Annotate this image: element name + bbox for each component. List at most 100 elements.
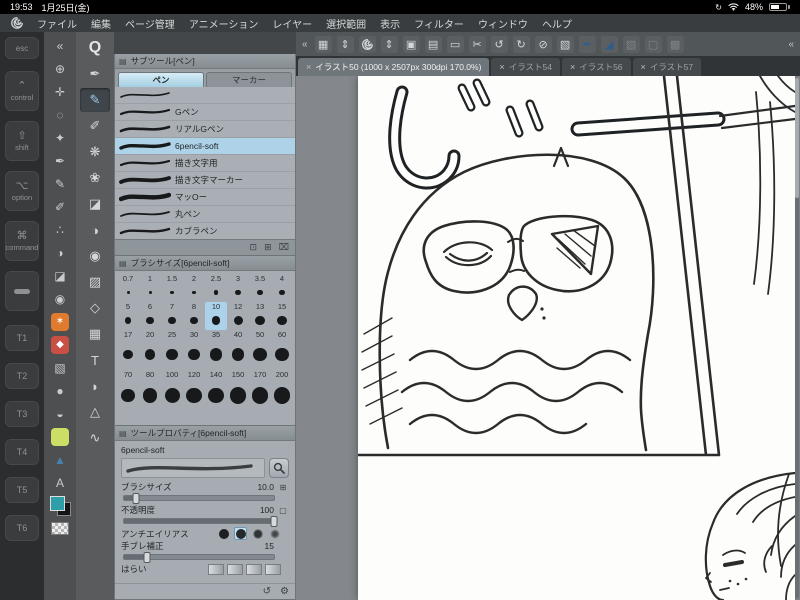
aa-option-2[interactable] [251, 527, 264, 540]
delete-subtool-icon[interactable]: ⌧ [279, 242, 289, 253]
perspective-icon[interactable]: ◢ [600, 35, 618, 53]
grid-off-icon[interactable]: ▨ [622, 35, 640, 53]
brush-size-0-7[interactable]: 0.7 [117, 274, 139, 302]
triangle-icon[interactable]: ▲ [48, 448, 72, 471]
menu-item-8[interactable]: ウィンドウ [471, 16, 535, 31]
dock-icon[interactable]: ▦ [314, 35, 332, 53]
brush-size-50[interactable]: 50 [249, 330, 271, 370]
ruler-group-icon[interactable]: △ [80, 400, 110, 424]
key-t4[interactable]: T4 [5, 439, 39, 465]
brush-size-30[interactable]: 30 [183, 330, 205, 370]
clip-studio-spiral-icon[interactable] [358, 35, 376, 53]
menu-item-3[interactable]: アニメーション [182, 16, 266, 31]
key-t3[interactable]: T3 [5, 401, 39, 427]
canvas-size-icon[interactable]: ▭ [446, 35, 464, 53]
key-t5[interactable]: T5 [5, 477, 39, 503]
prop-unit-icon[interactable]: ▢ [277, 506, 289, 515]
app-red-icon[interactable]: ◆ [48, 333, 72, 356]
sphere-icon[interactable]: ● [48, 379, 72, 402]
airbrush-tool[interactable]: ∴ [48, 218, 72, 241]
selection-launcher-icon[interactable]: ▧ [556, 35, 574, 53]
canvas-page[interactable] [356, 76, 797, 600]
cut-icon[interactable]: ✂ [468, 35, 486, 53]
clear-icon[interactable]: ⊘ [534, 35, 552, 53]
harai-option-2[interactable] [246, 563, 262, 575]
prop-slider-1[interactable] [123, 516, 278, 527]
clip-studio-logo-icon[interactable] [10, 16, 24, 30]
collapse-right-icon[interactable]: « [786, 39, 796, 50]
brush-group-icon[interactable]: ✐ [80, 114, 110, 138]
brush-size-150[interactable]: 150 [227, 370, 249, 412]
reset-all-icon[interactable]: ↺ [263, 586, 271, 597]
correction-group-icon[interactable]: ∿ [80, 426, 110, 450]
prop-slider-0[interactable] [123, 493, 275, 504]
brush-size-12[interactable]: 12 [227, 302, 249, 330]
undo-icon[interactable]: ↺ [490, 35, 508, 53]
text-group-icon[interactable]: T [80, 348, 110, 372]
key-shift[interactable]: ⇧ shift [5, 121, 39, 161]
brush-size-8[interactable]: 8 [183, 302, 205, 330]
brush-size-2[interactable]: 2 [183, 274, 205, 302]
brush-size-15[interactable]: 15 [271, 302, 293, 330]
prop-unit-icon[interactable]: ⊞ [277, 483, 289, 492]
sub-color-swatch[interactable] [48, 425, 72, 448]
harai-option-3[interactable] [265, 563, 281, 575]
add-subtool-icon[interactable]: ⊞ [264, 242, 272, 253]
brush-size-4[interactable]: 4 [271, 274, 293, 302]
brush-size-60[interactable]: 60 [271, 330, 293, 370]
menu-item-4[interactable]: レイヤー [265, 16, 319, 31]
lock-icon[interactable]: ⊡ [250, 242, 258, 253]
prop-slider-3[interactable] [123, 552, 275, 563]
eraser-group-icon[interactable]: ◪ [80, 192, 110, 216]
brush-size-2-5[interactable]: 2.5 [205, 274, 227, 302]
pencil-group-icon[interactable]: ✎ [80, 88, 110, 112]
brush-size-3-5[interactable]: 3.5 [249, 274, 271, 302]
page-manager-icon[interactable]: ▤ [424, 35, 442, 53]
brush-size-3[interactable]: 3 [227, 274, 249, 302]
brush-size-170[interactable]: 170 [249, 370, 271, 412]
detail-settings-icon[interactable]: ⚙ [280, 586, 289, 597]
subtool-item-2[interactable]: リアルGペン [115, 121, 295, 138]
key-command[interactable]: ⌘ command [5, 221, 39, 261]
aa-option-0[interactable] [217, 527, 230, 540]
brush-size-5[interactable]: 5 [117, 302, 139, 330]
redo-icon[interactable]: ↻ [512, 35, 530, 53]
blend-group-icon[interactable]: ◑ [80, 218, 110, 242]
brush-size-17[interactable]: 17 [117, 330, 139, 370]
close-tab-icon[interactable]: × [306, 62, 311, 72]
subtool-item-0[interactable] [115, 87, 295, 104]
airbrush-group-icon[interactable]: ❋ [80, 140, 110, 164]
menu-item-2[interactable]: ページ管理 [118, 16, 182, 31]
canvas-tab-0[interactable]: × イラスト50 (1000 x 2507px 300dpi 170.0%) [298, 58, 490, 76]
brush-size-40[interactable]: 40 [227, 330, 249, 370]
key-esc[interactable]: esc [5, 37, 39, 59]
subtool-panel-title-bar[interactable]: ▤ サブツール[ペン] [115, 54, 295, 69]
figure-group-icon[interactable]: ◇ [80, 296, 110, 320]
canvas-viewport[interactable] [296, 76, 800, 600]
brush-size-100[interactable]: 100 [161, 370, 183, 412]
new-canvas-icon[interactable]: ▣ [402, 35, 420, 53]
key-t1[interactable]: T1 [5, 325, 39, 351]
brush-size-120[interactable]: 120 [183, 370, 205, 412]
balloon-group-icon[interactable]: ◗ [80, 374, 110, 398]
brush-size-70[interactable]: 70 [117, 370, 139, 412]
subtool-tab-1[interactable]: マーカー [206, 72, 292, 87]
zoom-tool[interactable]: ⊕ [48, 57, 72, 80]
pen-tool[interactable]: ✒ [48, 149, 72, 172]
blend-tool[interactable]: ◑ [48, 241, 72, 264]
menu-item-0[interactable]: ファイル [30, 16, 84, 31]
aa-option-1[interactable] [234, 527, 247, 540]
vertical-scrollbar[interactable] [795, 78, 799, 598]
transparent-swatch[interactable] [48, 517, 72, 540]
collapse-palettes-icon[interactable]: « [300, 39, 310, 50]
brush-size-1[interactable]: 1 [139, 274, 161, 302]
pen-ruler-icon[interactable]: ✒ [578, 35, 596, 53]
material-off-icon[interactable]: ▢ [644, 35, 662, 53]
key-t2[interactable]: T2 [5, 363, 39, 389]
canvas-tab-2[interactable]: × イラスト56 [561, 58, 631, 76]
brush-size-7[interactable]: 7 [161, 302, 183, 330]
menu-item-7[interactable]: フィルター [407, 16, 471, 31]
droplet-icon[interactable]: ◒ [48, 402, 72, 425]
menu-item-6[interactable]: 表示 [373, 16, 407, 31]
panel-menu-icon[interactable]: ▤ [119, 429, 127, 438]
